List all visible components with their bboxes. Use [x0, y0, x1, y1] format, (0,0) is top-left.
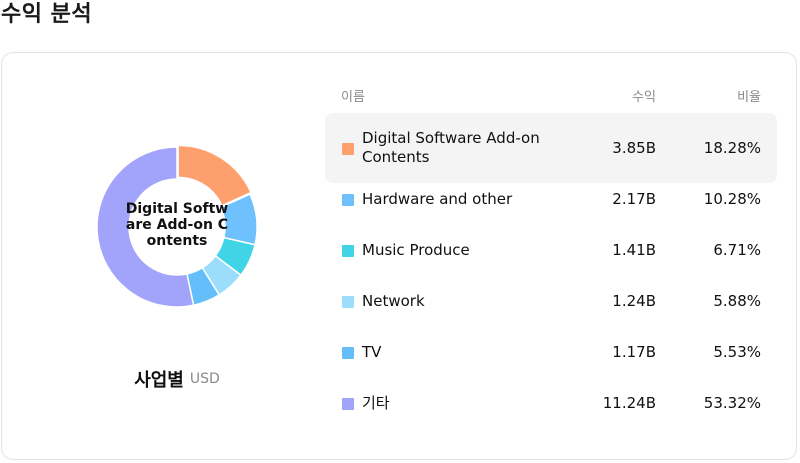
row-name: Network [362, 292, 425, 310]
legend-swatch [342, 194, 354, 206]
row-name: Hardware and other [362, 190, 513, 208]
row-share: 18.28% [703, 139, 761, 157]
legend-swatch [342, 398, 354, 410]
header-name: 이름 [341, 90, 365, 105]
header-share: 비율 [737, 90, 761, 105]
summary-unit: USD [189, 371, 220, 387]
table-header: 이름 수익 비율 [325, 86, 777, 106]
legend-swatch [342, 143, 354, 155]
revenue-card: Digital Software Add-on Contents 사업별 USD … [1, 52, 797, 460]
row-name: Digital Software Add-on Contents [362, 129, 540, 166]
row-revenue: 3.85B [612, 139, 656, 157]
row-revenue: 11.24B [602, 394, 656, 412]
table-row[interactable]: Digital Software Add-on Contents 3.85B 18.… [325, 113, 777, 183]
summary: 사업별 USD [2, 366, 352, 392]
legend-swatch [342, 296, 354, 308]
page-title: 수익 분석 [1, 2, 93, 27]
row-share: 5.88% [713, 292, 761, 310]
row-name: Music Produce [362, 241, 470, 259]
row-name: TV [362, 343, 382, 361]
legend-swatch [342, 347, 354, 359]
donut-chart: Digital Software Add-on Contents [96, 146, 258, 308]
donut-center-label: Digital Software Add-on Contents [125, 201, 229, 249]
legend-swatch [342, 245, 354, 257]
row-revenue: 1.41B [612, 241, 656, 259]
table-row[interactable]: 기타 11.24B 53.32% [325, 388, 777, 458]
row-name: 기타 [362, 394, 390, 412]
row-revenue: 1.24B [612, 292, 656, 310]
summary-label: 사업별 [134, 370, 184, 391]
row-share: 10.28% [703, 190, 761, 208]
donut-slice[interactable] [177, 146, 253, 207]
header-revenue: 수익 [632, 90, 656, 105]
row-share: 6.71% [713, 241, 761, 259]
row-revenue: 2.17B [612, 190, 656, 208]
row-share: 53.32% [703, 394, 761, 412]
row-share: 5.53% [713, 343, 761, 361]
row-revenue: 1.17B [612, 343, 656, 361]
